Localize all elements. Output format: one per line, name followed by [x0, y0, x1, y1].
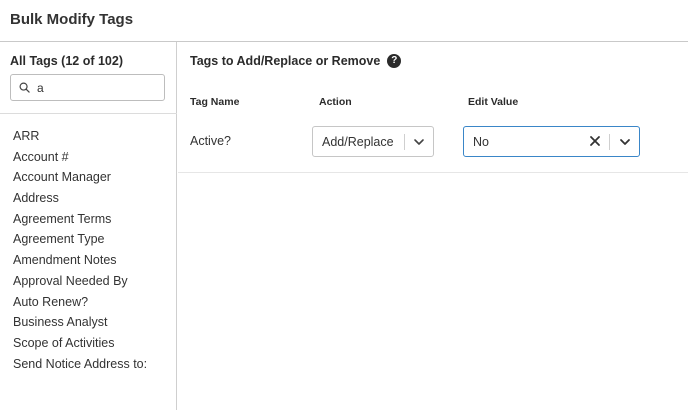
all-tags-heading: All Tags (12 of 102)	[10, 54, 123, 68]
modify-tags-panel: Tags to Add/Replace or Remove ? Tag Name…	[178, 42, 688, 410]
select-separator	[404, 134, 405, 150]
tag-list-item[interactable]: Send Notice Address to:	[0, 354, 177, 375]
tags-sidebar: All Tags (12 of 102) ARR Account # Accou…	[0, 42, 177, 410]
tag-list-item[interactable]: Auto Renew?	[0, 292, 177, 313]
tag-list-item[interactable]: Scope of Activities	[0, 333, 177, 354]
panel-heading-text: Tags to Add/Replace or Remove	[190, 54, 381, 68]
column-header-action: Action	[319, 96, 352, 108]
edit-value-select-value: No	[473, 135, 489, 149]
tag-list-item[interactable]: ARR	[0, 126, 177, 147]
clear-icon[interactable]	[589, 135, 601, 147]
panel-heading: Tags to Add/Replace or Remove ?	[190, 54, 402, 68]
title-bar: Bulk Modify Tags	[0, 0, 688, 42]
tag-list-item[interactable]: Business Analyst	[0, 312, 177, 333]
action-select-value: Add/Replace	[322, 135, 394, 149]
search-icon	[19, 82, 30, 93]
tag-list-item[interactable]: Agreement Terms	[0, 209, 177, 230]
tag-list: ARR Account # Account Manager Address Ag…	[0, 126, 177, 374]
tag-search-input[interactable]	[37, 79, 157, 97]
column-header-tag-name: Tag Name	[190, 96, 240, 108]
edit-value-select[interactable]: No	[463, 126, 640, 157]
tag-list-item[interactable]: Account #	[0, 147, 177, 168]
help-icon[interactable]: ?	[387, 54, 402, 68]
row-tag-name: Active?	[190, 134, 231, 148]
tag-search-box[interactable]	[10, 74, 165, 101]
tag-list-item[interactable]: Account Manager	[0, 167, 177, 188]
select-separator	[609, 134, 610, 150]
chevron-down-icon[interactable]	[619, 137, 631, 147]
action-select[interactable]: Add/Replace	[312, 126, 434, 157]
page-title: Bulk Modify Tags	[10, 11, 134, 28]
sidebar-divider	[0, 113, 177, 114]
column-header-edit-value: Edit Value	[468, 96, 519, 108]
row-divider	[178, 172, 688, 173]
tag-list-item[interactable]: Amendment Notes	[0, 250, 177, 271]
chevron-down-icon[interactable]	[413, 137, 425, 147]
tag-list-item[interactable]: Approval Needed By	[0, 271, 177, 292]
tag-list-item[interactable]: Agreement Type	[0, 229, 177, 250]
tag-list-item[interactable]: Address	[0, 188, 177, 209]
